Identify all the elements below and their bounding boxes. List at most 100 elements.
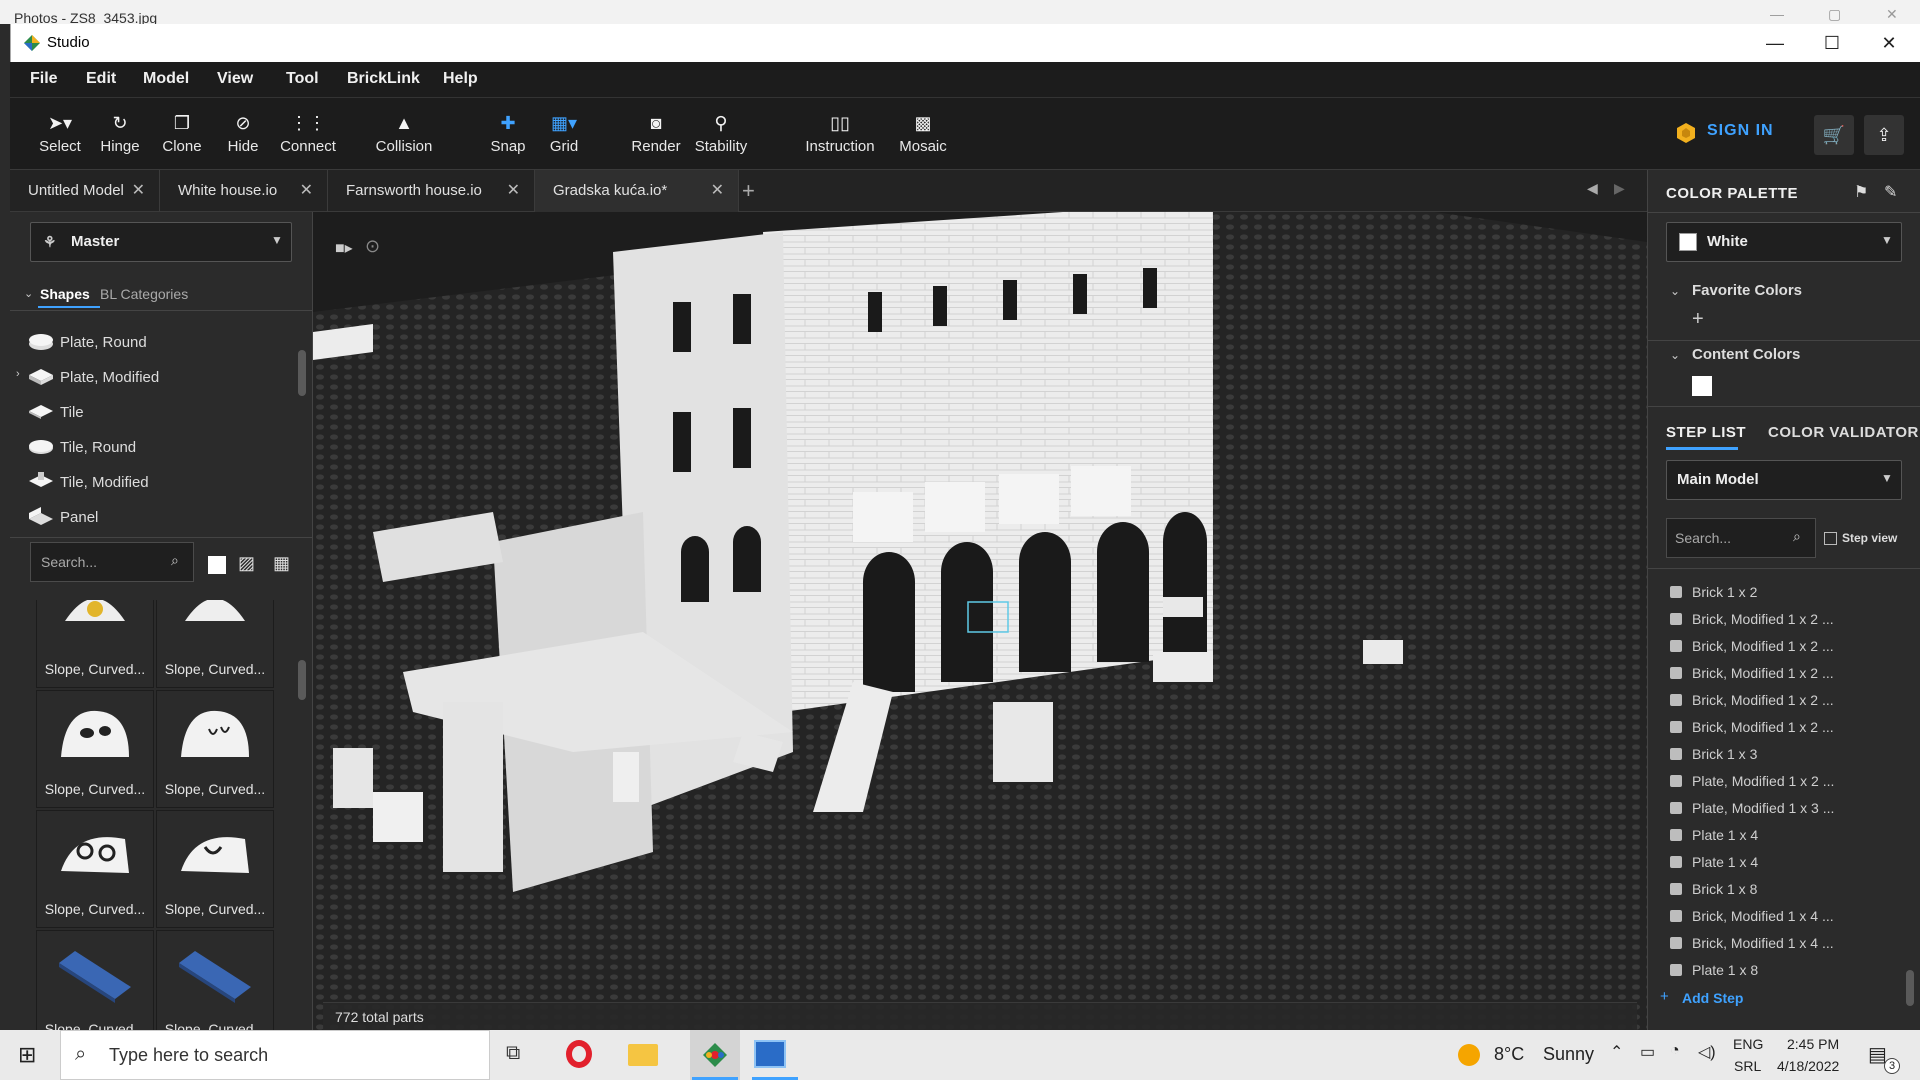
categories-scrollbar[interactable] <box>298 350 306 396</box>
close-icon[interactable]: ✕ <box>300 170 313 212</box>
step-item[interactable]: Brick 1 x 8 <box>1670 881 1757 897</box>
eyedropper-icon[interactable]: ✎ <box>1884 182 1897 202</box>
menu-help[interactable]: Help <box>443 70 478 88</box>
clone-tool-button[interactable]: ❐ Clone <box>150 112 214 155</box>
tab-step-list[interactable]: STEP LIST <box>1666 424 1746 441</box>
category-plate-round[interactable]: Plate, Round <box>60 334 147 351</box>
keyboard-layout-indicator[interactable]: SRL <box>1734 1058 1761 1074</box>
step-item[interactable]: Plate 1 x 4 <box>1670 827 1758 843</box>
chevron-down-icon[interactable]: ⌄ <box>1670 348 1680 362</box>
stability-tool-button[interactable]: ⚲ Stability <box>686 112 756 155</box>
category-tile-round[interactable]: Tile, Round <box>60 439 136 456</box>
menu-tool[interactable]: Tool <box>286 70 319 88</box>
menu-bricklink[interactable]: BrickLink <box>347 70 420 88</box>
part-tile[interactable]: Slope, Curved... <box>36 930 154 1030</box>
photos-minimize-button[interactable]: — <box>1770 6 1784 22</box>
close-icon[interactable]: ✕ <box>132 170 145 212</box>
parts-search-input[interactable]: Search... ⌕ <box>30 542 194 582</box>
model-dropdown[interactable]: Main Model ▼ <box>1666 460 1902 500</box>
weather-temp[interactable]: 8°C <box>1494 1044 1524 1065</box>
pattern-view-icon[interactable]: ▨ <box>238 553 255 574</box>
clock-time[interactable]: 2:45 PM <box>1787 1036 1839 1052</box>
step-item[interactable]: Brick, Modified 1 x 2 ... <box>1670 611 1834 627</box>
battery-icon[interactable]: ▭ <box>1640 1042 1655 1062</box>
weather-condition[interactable]: Sunny <box>1543 1044 1594 1065</box>
hide-tool-button[interactable]: ⊘ Hide <box>211 112 275 155</box>
solid-view-icon[interactable] <box>208 556 226 574</box>
step-search-input[interactable]: Search... ⌕ <box>1666 518 1816 558</box>
step-item[interactable]: Brick, Modified 1 x 2 ... <box>1670 638 1834 654</box>
tab-untitled-model[interactable]: Untitled Model ✕ <box>10 170 160 212</box>
cart-icon[interactable]: 🛒 <box>1814 115 1854 155</box>
close-icon[interactable]: ✕ <box>711 170 724 212</box>
add-favorite-icon[interactable]: + <box>1692 308 1704 331</box>
chevron-down-icon[interactable]: ⌄ <box>1670 284 1680 298</box>
chevron-up-icon[interactable]: ⌃ <box>1610 1042 1623 1062</box>
tab-gradska-kuca[interactable]: Gradska kuća.io* ✕ <box>535 170 739 212</box>
part-tile[interactable]: Slope, Curved... <box>156 930 274 1030</box>
step-item[interactable]: Brick, Modified 1 x 2 ... <box>1670 692 1834 708</box>
add-tab-icon[interactable]: + <box>742 178 755 204</box>
step-item[interactable]: Plate 1 x 4 <box>1670 854 1758 870</box>
photos-maximize-button[interactable]: ▢ <box>1828 6 1841 23</box>
add-step-icon[interactable]: + <box>1660 988 1669 1005</box>
instruction-tool-button[interactable]: ▯▯ Instruction <box>792 112 888 155</box>
search-icon[interactable]: ⌕ <box>1793 528 1801 545</box>
paint-roller-icon[interactable]: ⚑ <box>1854 182 1868 202</box>
connect-tool-button[interactable]: ⋮⋮ Connect <box>268 112 348 155</box>
tab-scroll-left-icon[interactable]: ◀ <box>1587 180 1598 197</box>
tab-farnsworth-house[interactable]: Farnsworth house.io ✕ <box>328 170 535 212</box>
windows-start-icon[interactable]: ⊞ <box>18 1042 36 1068</box>
part-tile[interactable]: Slope, Curved... <box>156 600 274 688</box>
part-tile[interactable]: Slope, Curved... <box>156 810 274 928</box>
menu-view[interactable]: View <box>217 70 253 88</box>
collision-tool-button[interactable]: ▲ Collision <box>364 112 444 155</box>
category-panel[interactable]: Panel <box>60 509 98 526</box>
minimize-button[interactable]: — <box>1747 28 1803 58</box>
hinge-tool-button[interactable]: ↻ Hinge <box>88 112 152 155</box>
step-item[interactable]: Brick, Modified 1 x 4 ... <box>1670 935 1834 951</box>
upload-icon[interactable]: ⇪ <box>1864 115 1904 155</box>
photos-close-button[interactable]: ✕ <box>1886 6 1898 23</box>
master-dropdown[interactable]: ⚘ Master ▼ <box>30 222 292 262</box>
language-indicator[interactable]: ENG <box>1733 1036 1763 1052</box>
task-view-icon[interactable]: ⧉ <box>506 1042 520 1065</box>
step-item[interactable]: Brick 1 x 2 <box>1670 584 1757 600</box>
add-step-button[interactable]: Add Step <box>1682 990 1743 1006</box>
tab-scroll-right-icon[interactable]: ▶ <box>1614 180 1625 197</box>
render-tool-button[interactable]: ◙ Render <box>624 112 688 155</box>
step-item[interactable]: Brick, Modified 1 x 2 ... <box>1670 665 1834 681</box>
step-item[interactable]: Brick, Modified 1 x 2 ... <box>1670 719 1834 735</box>
tab-color-validator[interactable]: COLOR VALIDATOR <box>1768 424 1919 441</box>
file-explorer-icon[interactable] <box>628 1044 658 1066</box>
photos-app-icon[interactable] <box>754 1040 786 1068</box>
3d-viewport[interactable]: ■▸ ⊙ 772 total parts <box>313 212 1647 1030</box>
part-tile[interactable]: Slope, Curved... <box>36 600 154 688</box>
wifi-icon[interactable]: ◔ <box>1670 1042 1680 1060</box>
step-item[interactable]: Plate 1 x 8 <box>1670 962 1758 978</box>
step-item[interactable]: Plate, Modified 1 x 3 ... <box>1670 800 1834 816</box>
part-tile[interactable]: Slope, Curved... <box>36 690 154 808</box>
category-plate-modified[interactable]: Plate, Modified <box>60 369 159 386</box>
clock-date[interactable]: 4/18/2022 <box>1777 1058 1839 1074</box>
tab-white-house[interactable]: White house.io ✕ <box>160 170 328 212</box>
opera-icon[interactable] <box>566 1040 592 1068</box>
close-button[interactable]: ✕ <box>1861 28 1917 58</box>
category-tile[interactable]: Tile <box>60 404 84 421</box>
part-tile[interactable]: Slope, Curved... <box>36 810 154 928</box>
close-icon[interactable]: ✕ <box>507 170 520 212</box>
orbit-icon[interactable]: ⊙ <box>365 236 380 257</box>
studio-taskbar-button[interactable] <box>690 1030 740 1080</box>
tab-bl-categories[interactable]: BL Categories <box>100 286 188 302</box>
sign-in-link[interactable]: SIGN IN <box>1707 122 1774 140</box>
step-view-checkbox[interactable] <box>1824 532 1837 545</box>
menu-model[interactable]: Model <box>143 70 189 88</box>
tab-shapes[interactable]: Shapes <box>40 286 90 302</box>
favorite-colors-header[interactable]: Favorite Colors <box>1692 282 1802 299</box>
select-tool-button[interactable]: ➤▾ Select <box>28 112 92 155</box>
content-colors-header[interactable]: Content Colors <box>1692 346 1800 363</box>
step-item[interactable]: Plate, Modified 1 x 2 ... <box>1670 773 1834 789</box>
category-tile-modified[interactable]: Tile, Modified <box>60 474 149 491</box>
step-item[interactable]: Brick, Modified 1 x 4 ... <box>1670 908 1834 924</box>
grid-view-icon[interactable]: ▦ <box>273 553 290 574</box>
